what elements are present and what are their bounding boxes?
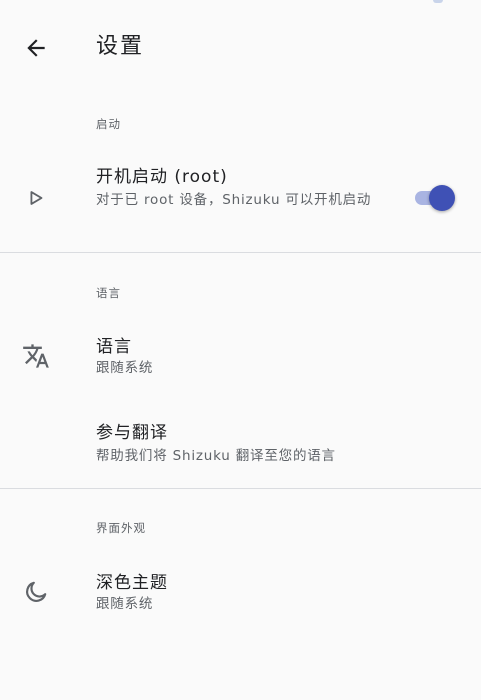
page-title: 设置 xyxy=(96,34,145,59)
section-header-language: 语言 xyxy=(96,286,121,300)
translate-contribute-title: 参与翻译 xyxy=(96,423,168,443)
start-on-boot-title: 开机启动 (root) xyxy=(96,167,228,187)
dark-theme-title: 深色主题 xyxy=(96,573,168,593)
section-header-startup: 启动 xyxy=(96,117,121,131)
arrow-back-icon xyxy=(27,39,45,57)
start-on-boot-summary: 对于已 root 设备，Shizuku 可以开机启动 xyxy=(96,192,372,208)
language-item[interactable]: 语言 跟随系统 xyxy=(0,320,481,396)
dark-theme-item[interactable]: 深色主题 跟随系统 xyxy=(0,556,481,632)
divider xyxy=(0,252,481,253)
section-header-appearance: 界面外观 xyxy=(96,521,146,535)
start-on-boot-switch[interactable] xyxy=(413,182,455,214)
play-icon xyxy=(20,182,52,214)
switch-thumb xyxy=(429,185,455,211)
language-title: 语言 xyxy=(96,337,132,357)
settings-screen: 设置 启动 开机启动 (root) 对于已 root 设备，Shizuku 可以… xyxy=(0,0,481,700)
translate-icon xyxy=(20,340,52,372)
language-summary: 跟随系统 xyxy=(96,360,154,376)
translate-contribute-item[interactable]: 参与翻译 帮助我们将 Shizuku 翻译至您的语言 xyxy=(0,400,481,480)
start-on-boot-item[interactable]: 开机启动 (root) 对于已 root 设备，Shizuku 可以开机启动 xyxy=(0,150,481,246)
back-button[interactable] xyxy=(12,24,60,72)
app-bar: 设置 xyxy=(0,0,481,96)
dark-theme-summary: 跟随系统 xyxy=(96,596,154,612)
translate-contribute-summary: 帮助我们将 Shizuku 翻译至您的语言 xyxy=(96,448,336,464)
moon-icon xyxy=(20,576,52,608)
divider xyxy=(0,488,481,489)
